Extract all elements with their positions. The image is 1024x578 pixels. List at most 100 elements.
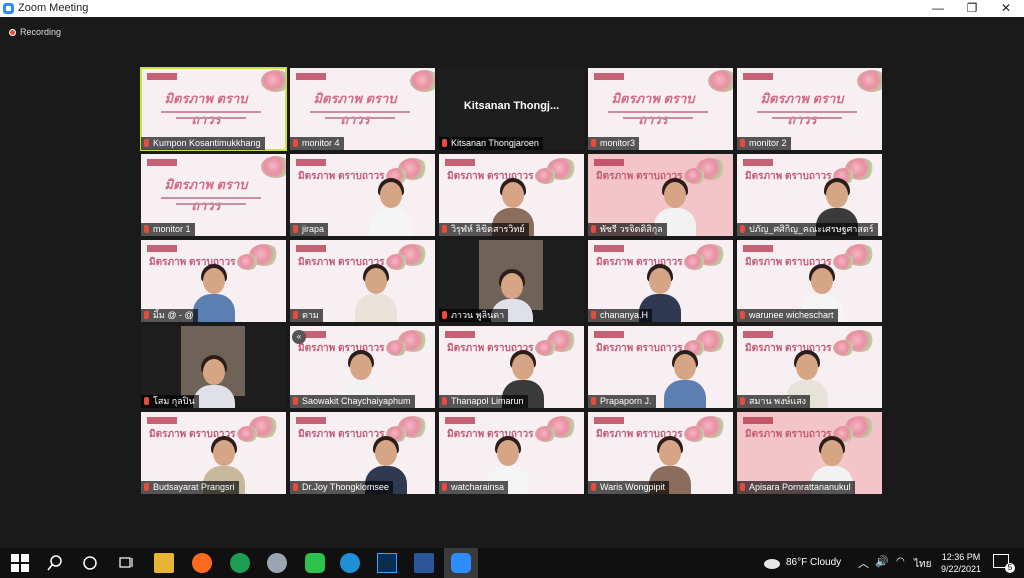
participant-tile[interactable]: มิตรภาพ ตราบถาวร พัชรี วรจิตติสิกุล (588, 154, 733, 236)
flower-decoration (708, 70, 733, 92)
participant-avatar (191, 262, 237, 322)
participant-name: chananya.H (600, 310, 649, 320)
participant-tile[interactable]: มิตรภาพ ตราบถาวร Apisara Pornrattananukul (737, 412, 882, 494)
mic-muted-icon (293, 139, 298, 147)
notification-count: 5 (1005, 563, 1015, 573)
slide-subtitle-line (161, 197, 261, 199)
task-view-icon[interactable] (116, 553, 136, 573)
minimize-button[interactable]: — (921, 0, 955, 17)
participant-name-label: monitor 1 (141, 223, 195, 236)
maximize-button[interactable]: ❐ (955, 0, 989, 17)
participant-tile[interactable]: มิตรภาพ ตราบถาวร Waris Wongpipit (588, 412, 733, 494)
cortana-icon[interactable] (80, 553, 100, 573)
participant-tile[interactable]: มิตรภาพ ตราบถาวร warunee wicheschart (737, 240, 882, 322)
participant-tile[interactable]: มิตรภาพ ตราบถาวร jirapa (290, 154, 435, 236)
slide-title: มิตรภาพ ตราบถาวร (164, 177, 248, 213)
photoshop-icon[interactable] (377, 553, 397, 573)
participant-tile[interactable]: มิตรภาพ ตราบถาวร Kumpon Kosantimukkhang (140, 67, 287, 151)
mic-muted-icon (293, 311, 298, 319)
mic-muted-icon (144, 483, 149, 491)
slide-title: มิตรภาพ ตราบถาวร (760, 91, 844, 127)
mic-muted-icon (144, 139, 149, 147)
search-icon[interactable] (45, 553, 65, 573)
participant-name-label: ปภัญ_ศศิกิญ_คณะเศรษฐศาสตร์ (737, 223, 878, 236)
flower-decoration (261, 70, 286, 92)
participant-tile[interactable]: มิตรภาพ ตราบถาวร monitor 2 (737, 68, 882, 150)
mic-muted-icon (293, 397, 298, 405)
participant-tile[interactable]: มิตรภาพ ตราบถาวร Thanapol Limarun (439, 326, 584, 408)
participant-tile[interactable]: มิตรภาพ ตราบถาวร Budsayarat Prangsri (141, 412, 286, 494)
chevron-up-icon[interactable]: ︿ (858, 555, 869, 571)
recording-indicator[interactable]: Recording (9, 27, 61, 37)
participant-name-label: Waris Wongpipit (588, 481, 670, 494)
weather-readout[interactable]: 86°F Cloudy (786, 557, 841, 568)
mic-muted-icon (591, 483, 596, 491)
collapse-arrow-icon[interactable]: « (292, 330, 306, 344)
participant-tile[interactable]: มิตรภาพ ตราบถาวร วิรุฬห์ ลิขิตสารวิทย์ (439, 154, 584, 236)
clock-date: 9/22/2021 (940, 564, 982, 574)
file-explorer-icon[interactable] (154, 553, 174, 573)
mic-muted-icon (591, 311, 596, 319)
edge-icon[interactable] (340, 553, 360, 573)
slide-logo (445, 331, 475, 338)
slide-logo (296, 73, 326, 80)
participant-name-label: วิรุฬห์ ลิขิตสารวิทย์ (439, 223, 529, 236)
participant-tile[interactable]: มิตรภาพ ตราบถาวร Prapaporn J. (588, 326, 733, 408)
participant-tile[interactable]: มิตรภาพ ตราบถาวร «Saowakit Chaychaiyaphum (290, 326, 435, 408)
language-indicator[interactable]: ไทย (914, 557, 931, 572)
line-icon[interactable] (305, 553, 325, 573)
app-icon[interactable] (267, 553, 287, 573)
close-button[interactable]: ✕ (989, 0, 1023, 17)
mic-muted-icon (442, 483, 447, 491)
participant-tile[interactable]: มิตรภาพ ตราบถาวร watcharainsa (439, 412, 584, 494)
participant-name-label: Prapaporn J. (588, 395, 656, 408)
participant-name-label: warunee wicheschart (737, 309, 838, 322)
participant-name: jirapa (302, 224, 325, 234)
mic-muted-icon (442, 311, 447, 319)
participant-name: watcharainsa (451, 482, 505, 492)
participant-tile[interactable]: มิตรภาพ ตราบถาวร สมาน พงษ์แสง (737, 326, 882, 408)
participant-name-label: jirapa (290, 223, 329, 236)
participant-name: มิ้ม @ - @ (153, 310, 194, 320)
participant-name-label: Saowakit Chaychaiyaphum (290, 395, 415, 408)
slide-subtitle-line (772, 117, 842, 119)
participant-tile[interactable]: มิตรภาพ ตราบถาวร มิ้ม @ - @ (141, 240, 286, 322)
wifi-icon[interactable]: ◠ (896, 556, 905, 567)
slide-logo (743, 73, 773, 80)
zoom-app-icon (3, 3, 14, 14)
recording-label: Recording (20, 27, 62, 37)
participant-name: ภาวน พูลินดา (451, 310, 505, 320)
windows-start-icon[interactable] (10, 553, 30, 573)
participant-tile[interactable]: มิตรภาพ ตราบถาวร monitor3 (588, 68, 733, 150)
firefox-icon[interactable] (192, 553, 212, 573)
slide-logo (147, 159, 177, 166)
participant-tile[interactable]: มิตรภาพ ตราบถาวร chananya.H (588, 240, 733, 322)
participant-tile[interactable]: มิตรภาพ ตราบถาวร monitor 4 (290, 68, 435, 150)
flower-decoration (410, 70, 435, 92)
slide-logo (296, 417, 326, 424)
participant-tile[interactable]: ภาวน พูลินดา (439, 240, 584, 322)
mic-muted-icon (591, 225, 596, 233)
mic-muted-icon (740, 225, 745, 233)
participant-tile[interactable]: มิตรภาพ ตราบถาวร ปภัญ_ศศิกิญ_คณะเศรษฐศาสต… (737, 154, 882, 236)
slide-subtitle-line (608, 111, 708, 113)
mic-muted-icon (442, 139, 447, 147)
word-icon[interactable] (414, 553, 434, 573)
zoom-taskbar-active[interactable] (444, 548, 478, 578)
window-title: Zoom Meeting (18, 2, 89, 14)
participant-name-label: watcharainsa (439, 481, 509, 494)
participant-tile[interactable]: โสม กุลปิน (141, 326, 286, 408)
participant-tile[interactable]: มิตรภาพ ตราบถาวร monitor 1 (141, 154, 286, 236)
slide-logo (743, 245, 773, 252)
taskbar-clock[interactable]: 12:36 PM 9/22/2021 (936, 551, 986, 575)
speaker-icon[interactable]: 🔊 (875, 555, 889, 568)
chrome-icon[interactable] (230, 553, 250, 573)
participant-tile[interactable]: มิตรภาพ ตราบถาวร ตาม (290, 240, 435, 322)
participant-tile[interactable]: Kitsanan Thongj... Kitsanan Thongjaroen (439, 68, 584, 150)
slide-logo (147, 245, 177, 252)
mic-muted-icon (740, 397, 745, 405)
participant-tile[interactable]: มิตรภาพ ตราบถาวร Dr.Joy Thongklomsee (290, 412, 435, 494)
slide-subtitle-line (176, 117, 246, 119)
gallery-view: มิตรภาพ ตราบถาวร Kumpon Kosantimukkhang มิ… (140, 67, 884, 497)
slide-logo (594, 417, 624, 424)
